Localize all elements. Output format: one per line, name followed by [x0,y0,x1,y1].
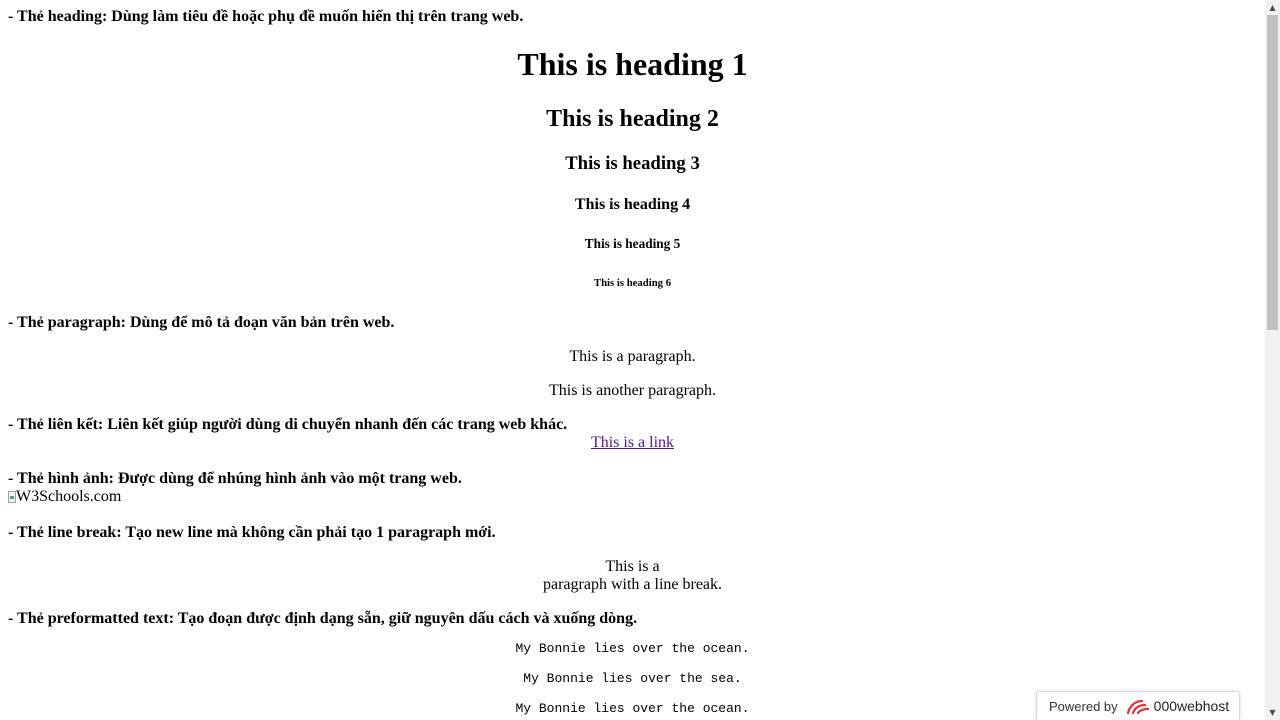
section-line-break-title: - Thẻ line break: Tạo new line mà không … [8,524,496,541]
webhost-logo-icon [1126,699,1149,715]
powered-by-badge[interactable]: Powered by 000webhost [1036,691,1240,720]
heading-6: This is heading 6 [593,277,672,289]
page-content: - Thẻ heading: Dùng làm tiêu đề hoặc phụ… [0,0,1265,720]
section-link-title: - Thẻ liên kết: Liên kết giúp người dùng… [8,416,568,433]
scroll-down-arrow-icon[interactable]: ▼ [1265,705,1280,720]
vertical-scrollbar[interactable]: ▲ ▼ [1265,0,1280,720]
line-break-paragraph-line-2: paragraph with a line break. [542,576,723,593]
scroll-up-arrow-icon[interactable]: ▲ [1265,0,1280,15]
badge-prefix: Powered by [1049,698,1118,714]
broken-image-icon [8,491,16,503]
heading-3: This is heading 3 [565,153,700,174]
paragraph-2: This is another paragraph. [548,382,717,399]
pre-line-1: My Bonnie lies over the ocean. [515,641,750,656]
heading-5: This is heading 5 [584,236,681,251]
section-heading-title: - Thẻ heading: Dùng làm tiêu đề hoặc phụ… [8,8,524,25]
heading-1: This is heading 1 [517,46,748,82]
paragraph-1: This is a paragraph. [569,348,696,365]
heading-4: This is heading 4 [574,196,691,213]
scrollbar-thumb[interactable] [1267,15,1278,330]
badge-brand: 000webhost [1153,698,1230,714]
example-link[interactable]: This is a link [591,434,674,451]
image-alt-text: W3Schools.com [16,488,122,505]
heading-2: This is heading 2 [546,106,719,132]
section-image-title: - Thẻ hình ảnh: Được dùng để nhúng hình … [8,470,462,487]
section-preformatted-title: - Thẻ preformatted text: Tạo đoạn được đ… [8,610,638,627]
line-break-paragraph-line-1: This is a [605,558,660,575]
section-paragraph-title: - Thẻ paragraph: Dùng để mô tả đoạn văn … [8,314,395,331]
broken-image: W3Schools.com [8,488,121,506]
pre-line-2: My Bonnie lies over the sea. [523,671,742,686]
